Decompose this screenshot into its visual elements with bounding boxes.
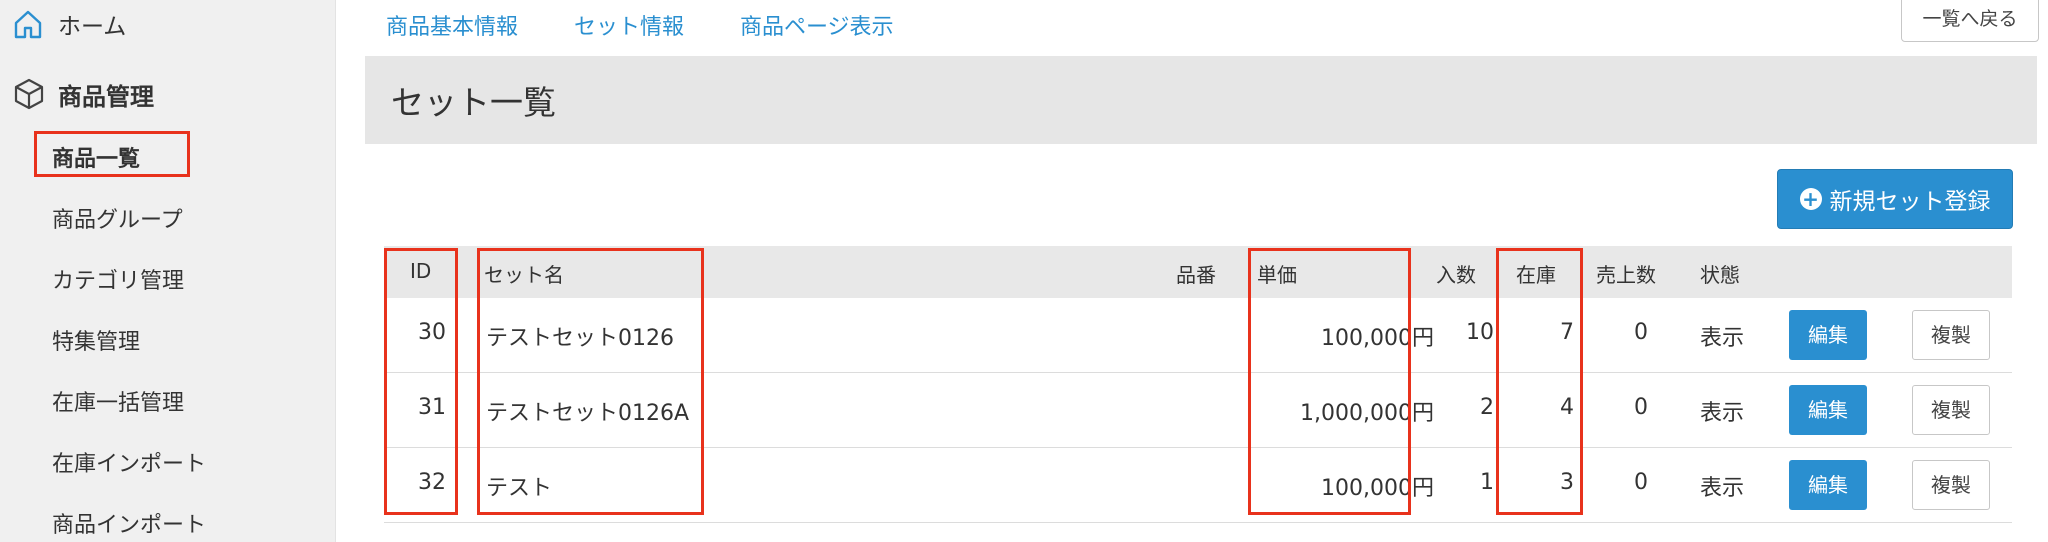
- sidebar-item-product-groups[interactable]: 商品グループ: [52, 202, 183, 234]
- sidebar-item-products[interactable]: 商品管理: [12, 72, 154, 116]
- highlight-box-id-column: [384, 248, 458, 515]
- sidebar-item-categories[interactable]: カテゴリ管理: [52, 263, 184, 295]
- cell-sold: 0: [1634, 395, 1648, 420]
- highlight-box-product-list: [34, 131, 190, 177]
- cell-qty: 2: [1480, 395, 1494, 420]
- cell-sold: 0: [1634, 320, 1648, 345]
- new-set-button-label: 新規セット登録: [1829, 189, 1991, 215]
- new-set-button[interactable]: + 新規セット登録: [1777, 169, 2013, 229]
- tab-basic-info[interactable]: 商品基本情報: [386, 9, 518, 41]
- duplicate-button[interactable]: 複製: [1912, 460, 1990, 510]
- header-code: 品番: [1176, 263, 1216, 287]
- cell-status: 表示: [1700, 476, 1745, 501]
- duplicate-button[interactable]: 複製: [1912, 385, 1990, 435]
- header-qty: 入数: [1436, 263, 1476, 287]
- sidebar-item-features[interactable]: 特集管理: [52, 324, 140, 356]
- sidebar-item-bulk-stock[interactable]: 在庫一括管理: [52, 385, 184, 417]
- sidebar-item-home-label: ホーム: [58, 14, 127, 40]
- edit-button[interactable]: 編集: [1789, 310, 1867, 360]
- cell-sold: 0: [1634, 470, 1648, 495]
- sidebar-item-stock-import[interactable]: 在庫インポート: [52, 446, 206, 478]
- tab-set-info[interactable]: セット情報: [574, 9, 684, 41]
- sidebar-item-products-label: 商品管理: [58, 82, 154, 111]
- duplicate-button[interactable]: 複製: [1912, 310, 1990, 360]
- cell-qty: 1: [1480, 470, 1494, 495]
- cell-qty: 10: [1466, 320, 1494, 345]
- panel-header: セット一覧: [365, 56, 2037, 144]
- sidebar-item-home[interactable]: ホーム: [12, 4, 126, 44]
- cell-status: 表示: [1700, 401, 1745, 426]
- edit-button[interactable]: 編集: [1789, 460, 1867, 510]
- edit-button[interactable]: 編集: [1789, 385, 1867, 435]
- top-nav: 商品基本情報 セット情報 商品ページ表示: [336, 0, 2048, 52]
- highlight-box-price-column: [1248, 248, 1411, 515]
- back-to-list-button[interactable]: 一覧へ戻る: [1901, 0, 2039, 42]
- sidebar: ホーム 商品管理 商品一覧 商品グループ カテゴリ管理 特集管理 在庫一括管理 …: [0, 0, 336, 542]
- cell-status: 表示: [1700, 326, 1745, 351]
- sidebar-item-product-import[interactable]: 商品インポート: [52, 507, 206, 539]
- plus-circle-icon: +: [1799, 188, 1822, 210]
- tab-product-page[interactable]: 商品ページ表示: [740, 9, 894, 41]
- highlight-box-name-column: [477, 248, 704, 515]
- header-status: 状態: [1700, 263, 1740, 287]
- header-sold: 売上数: [1596, 263, 1656, 287]
- page-title: セット一覧: [391, 83, 556, 122]
- cube-icon: [14, 78, 44, 110]
- home-icon: [14, 10, 42, 39]
- highlight-box-stock-column: [1496, 248, 1583, 515]
